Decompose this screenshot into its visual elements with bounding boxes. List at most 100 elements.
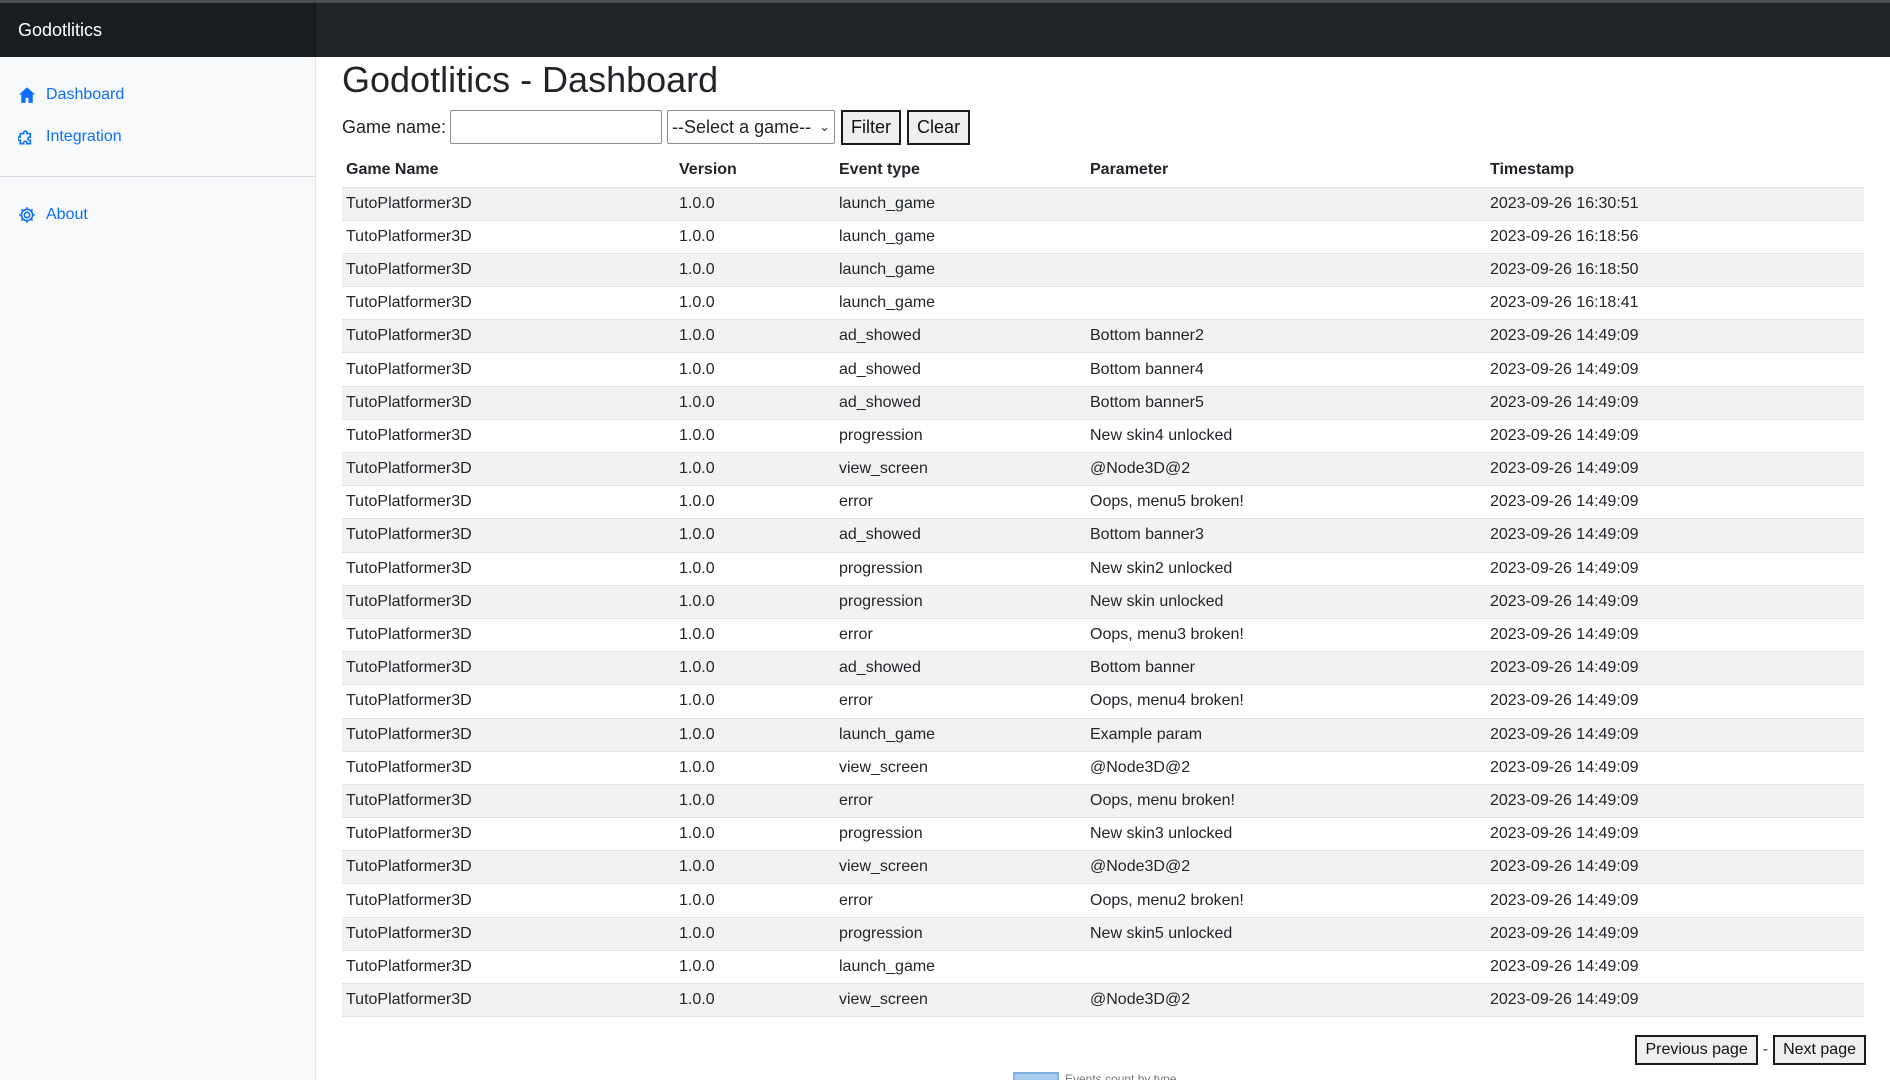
table-row: TutoPlatformer3D 1.0.0 error Oops, menu3 br… bbox=[342, 618, 1864, 653]
cell-timestamp: 2023-09-26 14:49:09 bbox=[1486, 618, 1864, 653]
cell-parameter: Bottom banner bbox=[1086, 651, 1486, 686]
cell-parameter bbox=[1086, 187, 1486, 221]
cell-event-type: view_screen bbox=[835, 983, 1086, 1018]
table-row: TutoPlatformer3D 1.0.0 progression New skin… bbox=[342, 585, 1864, 619]
column-header-event-type[interactable]: Event type bbox=[835, 153, 1086, 188]
table-row: TutoPlatformer3D 1.0.0 ad_showed Bottom ban… bbox=[342, 352, 1864, 387]
cell-parameter: Bottom banner2 bbox=[1086, 319, 1486, 354]
game-select[interactable]: --Select a game-- ⌄ bbox=[667, 110, 836, 144]
column-header-version[interactable]: Version bbox=[675, 153, 835, 188]
legend-label: Events count by type bbox=[1065, 1072, 1177, 1080]
cell-timestamp: 2023-09-26 14:49:09 bbox=[1486, 917, 1864, 951]
sidebar-item-integration[interactable]: Integration bbox=[18, 128, 122, 146]
cell-version: 1.0.0 bbox=[675, 286, 835, 321]
cell-game-name: TutoPlatformer3D bbox=[342, 319, 675, 354]
cell-timestamp: 2023-09-26 16:18:56 bbox=[1486, 220, 1864, 254]
top-navbar: Godotlitics bbox=[0, 0, 1890, 57]
column-header-parameter[interactable]: Parameter bbox=[1086, 153, 1486, 188]
cell-version: 1.0.0 bbox=[675, 452, 835, 487]
page-title: Godotlitics - Dashboard bbox=[342, 59, 719, 100]
cell-version: 1.0.0 bbox=[675, 850, 835, 885]
cell-version: 1.0.0 bbox=[675, 187, 835, 221]
table-row: TutoPlatformer3D 1.0.0 view_screen @Node3D@… bbox=[342, 452, 1864, 487]
table-row: TutoPlatformer3D 1.0.0 error Oops, menu5 br… bbox=[342, 485, 1864, 520]
column-header-game-name[interactable]: Game Name bbox=[342, 153, 675, 188]
cell-version: 1.0.0 bbox=[675, 352, 835, 387]
cell-version: 1.0.0 bbox=[675, 817, 835, 852]
cell-game-name: TutoPlatformer3D bbox=[342, 187, 675, 221]
cell-version: 1.0.0 bbox=[675, 518, 835, 553]
cell-game-name: TutoPlatformer3D bbox=[342, 518, 675, 553]
cell-timestamp: 2023-09-26 14:49:09 bbox=[1486, 983, 1864, 1018]
pagination: Previous page - Next page bbox=[1635, 1035, 1866, 1065]
cell-parameter: Bottom banner3 bbox=[1086, 518, 1486, 553]
events-table: Game Name Version Event type Parameter T… bbox=[342, 153, 1864, 1018]
cell-version: 1.0.0 bbox=[675, 651, 835, 686]
cell-timestamp: 2023-09-26 14:49:09 bbox=[1486, 386, 1864, 420]
cell-timestamp: 2023-09-26 14:49:09 bbox=[1486, 485, 1864, 520]
cell-version: 1.0.0 bbox=[675, 220, 835, 254]
table-row: TutoPlatformer3D 1.0.0 launch_game 2023-09-… bbox=[342, 220, 1864, 254]
cell-game-name: TutoPlatformer3D bbox=[342, 220, 675, 254]
chart-legend: Events count by type bbox=[1013, 1072, 1176, 1080]
gear-icon bbox=[19, 207, 35, 223]
cell-version: 1.0.0 bbox=[675, 552, 835, 586]
cell-event-type: progression bbox=[835, 585, 1086, 619]
cell-timestamp: 2023-09-26 14:49:09 bbox=[1486, 452, 1864, 487]
cell-game-name: TutoPlatformer3D bbox=[342, 651, 675, 686]
clear-button[interactable]: Clear bbox=[907, 109, 971, 145]
sidebar-item-about[interactable]: About bbox=[18, 206, 88, 224]
table-row: TutoPlatformer3D 1.0.0 launch_game 2023-09-… bbox=[342, 286, 1864, 321]
cell-parameter: Oops, menu4 broken! bbox=[1086, 684, 1486, 719]
cell-version: 1.0.0 bbox=[675, 585, 835, 619]
cell-version: 1.0.0 bbox=[675, 784, 835, 819]
sidebar-item-label: About bbox=[46, 206, 88, 223]
cell-timestamp: 2023-09-26 16:18:41 bbox=[1486, 286, 1864, 321]
filter-button[interactable]: Filter bbox=[841, 109, 902, 145]
table-row: TutoPlatformer3D 1.0.0 progression New skin… bbox=[342, 552, 1864, 586]
cell-timestamp: 2023-09-26 16:30:51 bbox=[1486, 187, 1864, 221]
cell-event-type: ad_showed bbox=[835, 352, 1086, 387]
puzzle-icon bbox=[18, 130, 32, 145]
cell-game-name: TutoPlatformer3D bbox=[342, 286, 675, 321]
previous-page-button[interactable]: Previous page bbox=[1635, 1035, 1758, 1065]
cell-event-type: error bbox=[835, 684, 1086, 719]
cell-game-name: TutoPlatformer3D bbox=[342, 917, 675, 951]
cell-timestamp: 2023-09-26 14:49:09 bbox=[1486, 883, 1864, 918]
cell-game-name: TutoPlatformer3D bbox=[342, 751, 675, 785]
next-page-button[interactable]: Next page bbox=[1773, 1035, 1866, 1065]
cell-parameter: New skin2 unlocked bbox=[1086, 552, 1486, 586]
cell-event-type: error bbox=[835, 485, 1086, 520]
cell-version: 1.0.0 bbox=[675, 751, 835, 785]
cell-game-name: TutoPlatformer3D bbox=[342, 552, 675, 586]
cell-game-name: TutoPlatformer3D bbox=[342, 352, 675, 387]
table-header-row: Game Name Version Event type Parameter T… bbox=[342, 153, 1864, 188]
cell-game-name: TutoPlatformer3D bbox=[342, 784, 675, 819]
cell-game-name: TutoPlatformer3D bbox=[342, 850, 675, 885]
table-row: TutoPlatformer3D 1.0.0 error Oops, menu2 br… bbox=[342, 883, 1864, 918]
cell-event-type: view_screen bbox=[835, 452, 1086, 487]
cell-parameter: @Node3D@2 bbox=[1086, 850, 1486, 885]
cell-timestamp: 2023-09-26 14:49:09 bbox=[1486, 352, 1864, 387]
cell-timestamp: 2023-09-26 14:49:09 bbox=[1486, 718, 1864, 752]
cell-game-name: TutoPlatformer3D bbox=[342, 386, 675, 420]
game-select-value: --Select a game-- bbox=[672, 116, 812, 137]
cell-event-type: error bbox=[835, 784, 1086, 819]
column-header-timestamp[interactable]: Timestamp bbox=[1486, 153, 1864, 188]
cell-timestamp: 2023-09-26 14:49:09 bbox=[1486, 684, 1864, 719]
brand-link[interactable]: Godotlitics bbox=[18, 20, 102, 41]
table-row: TutoPlatformer3D 1.0.0 view_screen @Node3D@… bbox=[342, 850, 1864, 885]
sidebar-item-dashboard[interactable]: Dashboard bbox=[18, 86, 124, 104]
table-row: TutoPlatformer3D 1.0.0 progression New skin… bbox=[342, 419, 1864, 454]
sidebar-item-label: Integration bbox=[46, 128, 122, 145]
cell-version: 1.0.0 bbox=[675, 684, 835, 719]
game-name-input[interactable] bbox=[450, 110, 663, 144]
cell-game-name: TutoPlatformer3D bbox=[342, 684, 675, 719]
table-body: TutoPlatformer3D 1.0.0 launch_game 2023-09-… bbox=[342, 187, 1864, 1018]
cell-game-name: TutoPlatformer3D bbox=[342, 485, 675, 520]
game-name-label: Game name: bbox=[342, 116, 447, 137]
table-row: TutoPlatformer3D 1.0.0 error Oops, menu bro… bbox=[342, 784, 1864, 819]
cell-parameter bbox=[1086, 950, 1486, 985]
cell-event-type: progression bbox=[835, 817, 1086, 852]
cell-parameter: @Node3D@2 bbox=[1086, 452, 1486, 487]
